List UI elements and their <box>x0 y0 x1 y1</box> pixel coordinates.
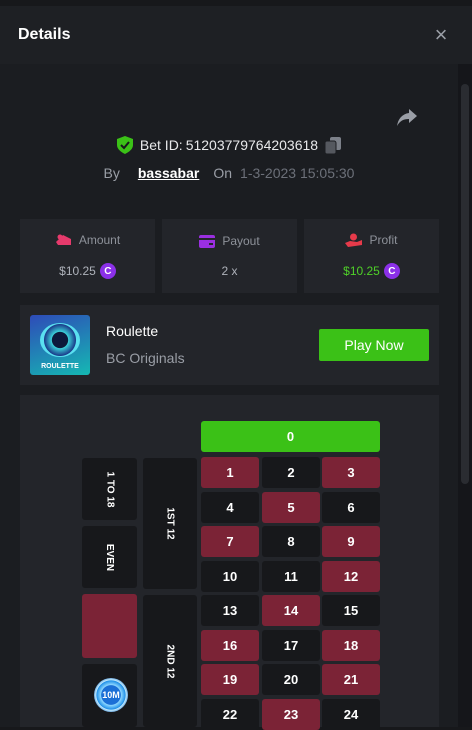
thumbnail-label: ROULETTE <box>41 363 79 370</box>
coin-icon: C <box>99 263 116 279</box>
number-cell-3[interactable]: 3 <box>322 457 380 488</box>
chip-icon: 10M <box>94 678 128 712</box>
number-cell-10[interactable]: 10 <box>201 560 259 592</box>
scrollbar-thumb[interactable] <box>461 84 469 484</box>
profit-icon <box>345 233 363 247</box>
number-cell-22[interactable]: 22 <box>201 698 259 730</box>
game-name: Roulette <box>106 323 159 339</box>
number-cell-11[interactable]: 11 <box>262 560 320 592</box>
bet-even[interactable]: EVEN <box>82 526 137 588</box>
number-cell-13[interactable]: 13 <box>201 595 259 626</box>
close-icon[interactable]: × <box>428 22 454 48</box>
number-cell-12[interactable]: 12 <box>322 560 380 592</box>
number-cell-8[interactable]: 8 <box>262 526 320 557</box>
number-cell-6[interactable]: 6 <box>322 491 380 523</box>
number-cell-4[interactable]: 4 <box>201 491 259 523</box>
number-cell-23[interactable]: 23 <box>262 698 320 730</box>
amount-value-row: $10.25 C <box>59 263 116 279</box>
number-cell-14[interactable]: 14 <box>262 595 320 626</box>
by-label: By <box>103 165 120 181</box>
number-cell-9[interactable]: 9 <box>322 526 380 557</box>
amount-label-row: Amount <box>55 233 120 247</box>
side-label: 1 TO 18 <box>103 471 115 507</box>
payout-icon <box>199 234 216 248</box>
profit-value-row: $10.25 C <box>343 263 400 279</box>
modal-title: Details <box>18 26 71 43</box>
on-label: On <box>213 165 233 181</box>
side-label: EVEN <box>103 543 115 571</box>
profit-label-row: Profit <box>345 233 398 247</box>
coin-icon: C <box>383 263 400 279</box>
bet-id-row: Bet ID: 51203779764203618 <box>0 136 458 154</box>
amount-value: $10.25 <box>59 264 96 278</box>
bet-id-label: Bet ID: <box>139 137 183 153</box>
scrollbar[interactable] <box>458 64 472 727</box>
amount-icon <box>55 234 71 245</box>
payout-label: Payout <box>222 234 260 248</box>
roulette-board: 0 1 TO 18 EVEN 10M 1ST 12 2ND 12 1234567… <box>20 395 439 730</box>
bet-2nd-12[interactable]: 2ND 12 <box>143 595 197 727</box>
number-cell-16[interactable]: 16 <box>201 629 259 661</box>
profit-label: Profit <box>369 233 398 247</box>
number-cell-21[interactable]: 21 <box>322 664 380 695</box>
number-cell-24[interactable]: 24 <box>322 698 380 730</box>
play-now-button[interactable]: Play Now <box>319 329 429 361</box>
stat-payout: Payout 2 x <box>162 219 297 293</box>
payout-label-row: Payout <box>199 234 260 248</box>
bet-time: 1-3-2023 15:05:30 <box>240 165 355 181</box>
game-card: ROULETTE Roulette BC Originals Play Now <box>20 305 439 385</box>
chip-label: 10M <box>102 690 120 700</box>
number-cell-18[interactable]: 18 <box>322 629 380 661</box>
number-cell-17[interactable]: 17 <box>262 629 320 661</box>
bet-1-to-18[interactable]: 1 TO 18 <box>82 458 137 520</box>
number-cell-19[interactable]: 19 <box>201 664 259 695</box>
number-cell-0[interactable]: 0 <box>201 421 380 452</box>
bet-1st-12[interactable]: 1ST 12 <box>143 458 197 589</box>
username-link[interactable]: bassabar <box>138 165 199 181</box>
amount-label: Amount <box>78 233 121 247</box>
game-thumbnail[interactable]: ROULETTE <box>30 315 90 375</box>
profit-value: $10.25 <box>343 264 380 278</box>
stats-row: Amount $10.25 C Payout 2 x Profit $10.25… <box>20 219 439 293</box>
stat-profit: Profit $10.25 C <box>304 219 439 293</box>
number-cell-7[interactable]: 7 <box>201 526 259 557</box>
modal-header: Details × <box>0 6 472 64</box>
dozen-label: 2ND 12 <box>164 644 176 678</box>
stat-amount: Amount $10.25 C <box>20 219 155 293</box>
number-cell-2[interactable]: 2 <box>262 457 320 488</box>
roulette-wheel-icon <box>40 323 80 357</box>
chip-slot[interactable]: 10M <box>82 664 137 727</box>
number-cell-20[interactable]: 20 <box>262 664 320 695</box>
copy-icon[interactable] <box>325 136 342 154</box>
bet-byline: By bassabar On 1-3-2023 15:05:30 <box>0 165 458 181</box>
payout-value-row: 2 x <box>221 264 237 278</box>
number-cell-1[interactable]: 1 <box>201 457 259 488</box>
game-provider: BC Originals <box>106 350 185 366</box>
payout-value: 2 x <box>221 264 238 278</box>
share-icon[interactable] <box>396 108 418 128</box>
bet-id-value: 51203779764203618 <box>185 137 319 153</box>
bet-red[interactable] <box>82 594 137 658</box>
number-cell-15[interactable]: 15 <box>322 595 380 626</box>
verified-shield-icon <box>116 136 133 154</box>
dozen-label: 1ST 12 <box>164 507 176 540</box>
number-cell-5[interactable]: 5 <box>262 491 320 523</box>
